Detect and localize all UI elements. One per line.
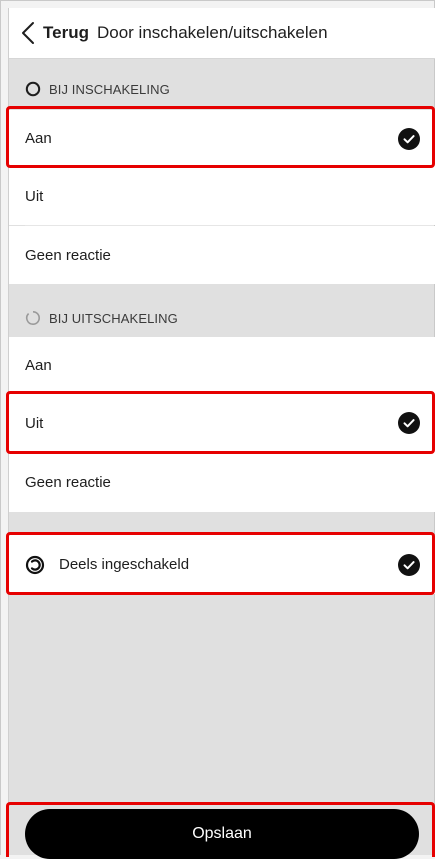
check-icon [398, 127, 420, 150]
option-off-uit[interactable]: Uit [9, 394, 435, 452]
section-header-on: BIJ INSCHAKELING [9, 66, 435, 112]
top-bar: Terug Door inschakelen/uitschakelen [9, 8, 435, 59]
section-header-off: BIJ UITSCHAKELING [9, 295, 435, 341]
check-icon [398, 412, 420, 434]
back-label: Terug [43, 23, 89, 42]
option-label: Geen reactie [25, 246, 111, 264]
option-label: Deels ingeschakeld [59, 556, 190, 573]
option-off-geen-reactie[interactable]: Geen reactie [9, 452, 435, 512]
option-off-aan[interactable]: Aan [9, 337, 435, 394]
app-screen: Terug Door inschakelen/uitschakelen BIJ … [8, 8, 435, 859]
check-icon [398, 553, 420, 576]
option-partial[interactable]: Deels ingeschakeld [9, 535, 435, 594]
option-on-uit[interactable]: Uit [9, 167, 435, 225]
circle-outline-icon [25, 81, 41, 97]
option-on-aan[interactable]: Aan [9, 110, 435, 167]
partially-armed-icon [25, 555, 45, 574]
section-label-off: BIJ UITSCHAKELING [49, 310, 178, 326]
page-title: Door inschakelen/uitschakelen [96, 23, 328, 42]
option-label: Uit [25, 187, 44, 205]
partial-circle-icon [25, 311, 40, 326]
chevron-left-icon [22, 22, 34, 44]
option-label: Geen reactie [25, 473, 111, 491]
option-label: Aan [25, 130, 52, 147]
back-button[interactable]: Terug [9, 8, 89, 58]
option-label: Uit [25, 414, 44, 432]
save-button[interactable]: Opslaan [25, 809, 419, 859]
option-label: Aan [25, 357, 52, 374]
section-label-on: BIJ INSCHAKELING [49, 81, 170, 97]
option-on-geen-reactie[interactable]: Geen reactie [9, 226, 435, 284]
